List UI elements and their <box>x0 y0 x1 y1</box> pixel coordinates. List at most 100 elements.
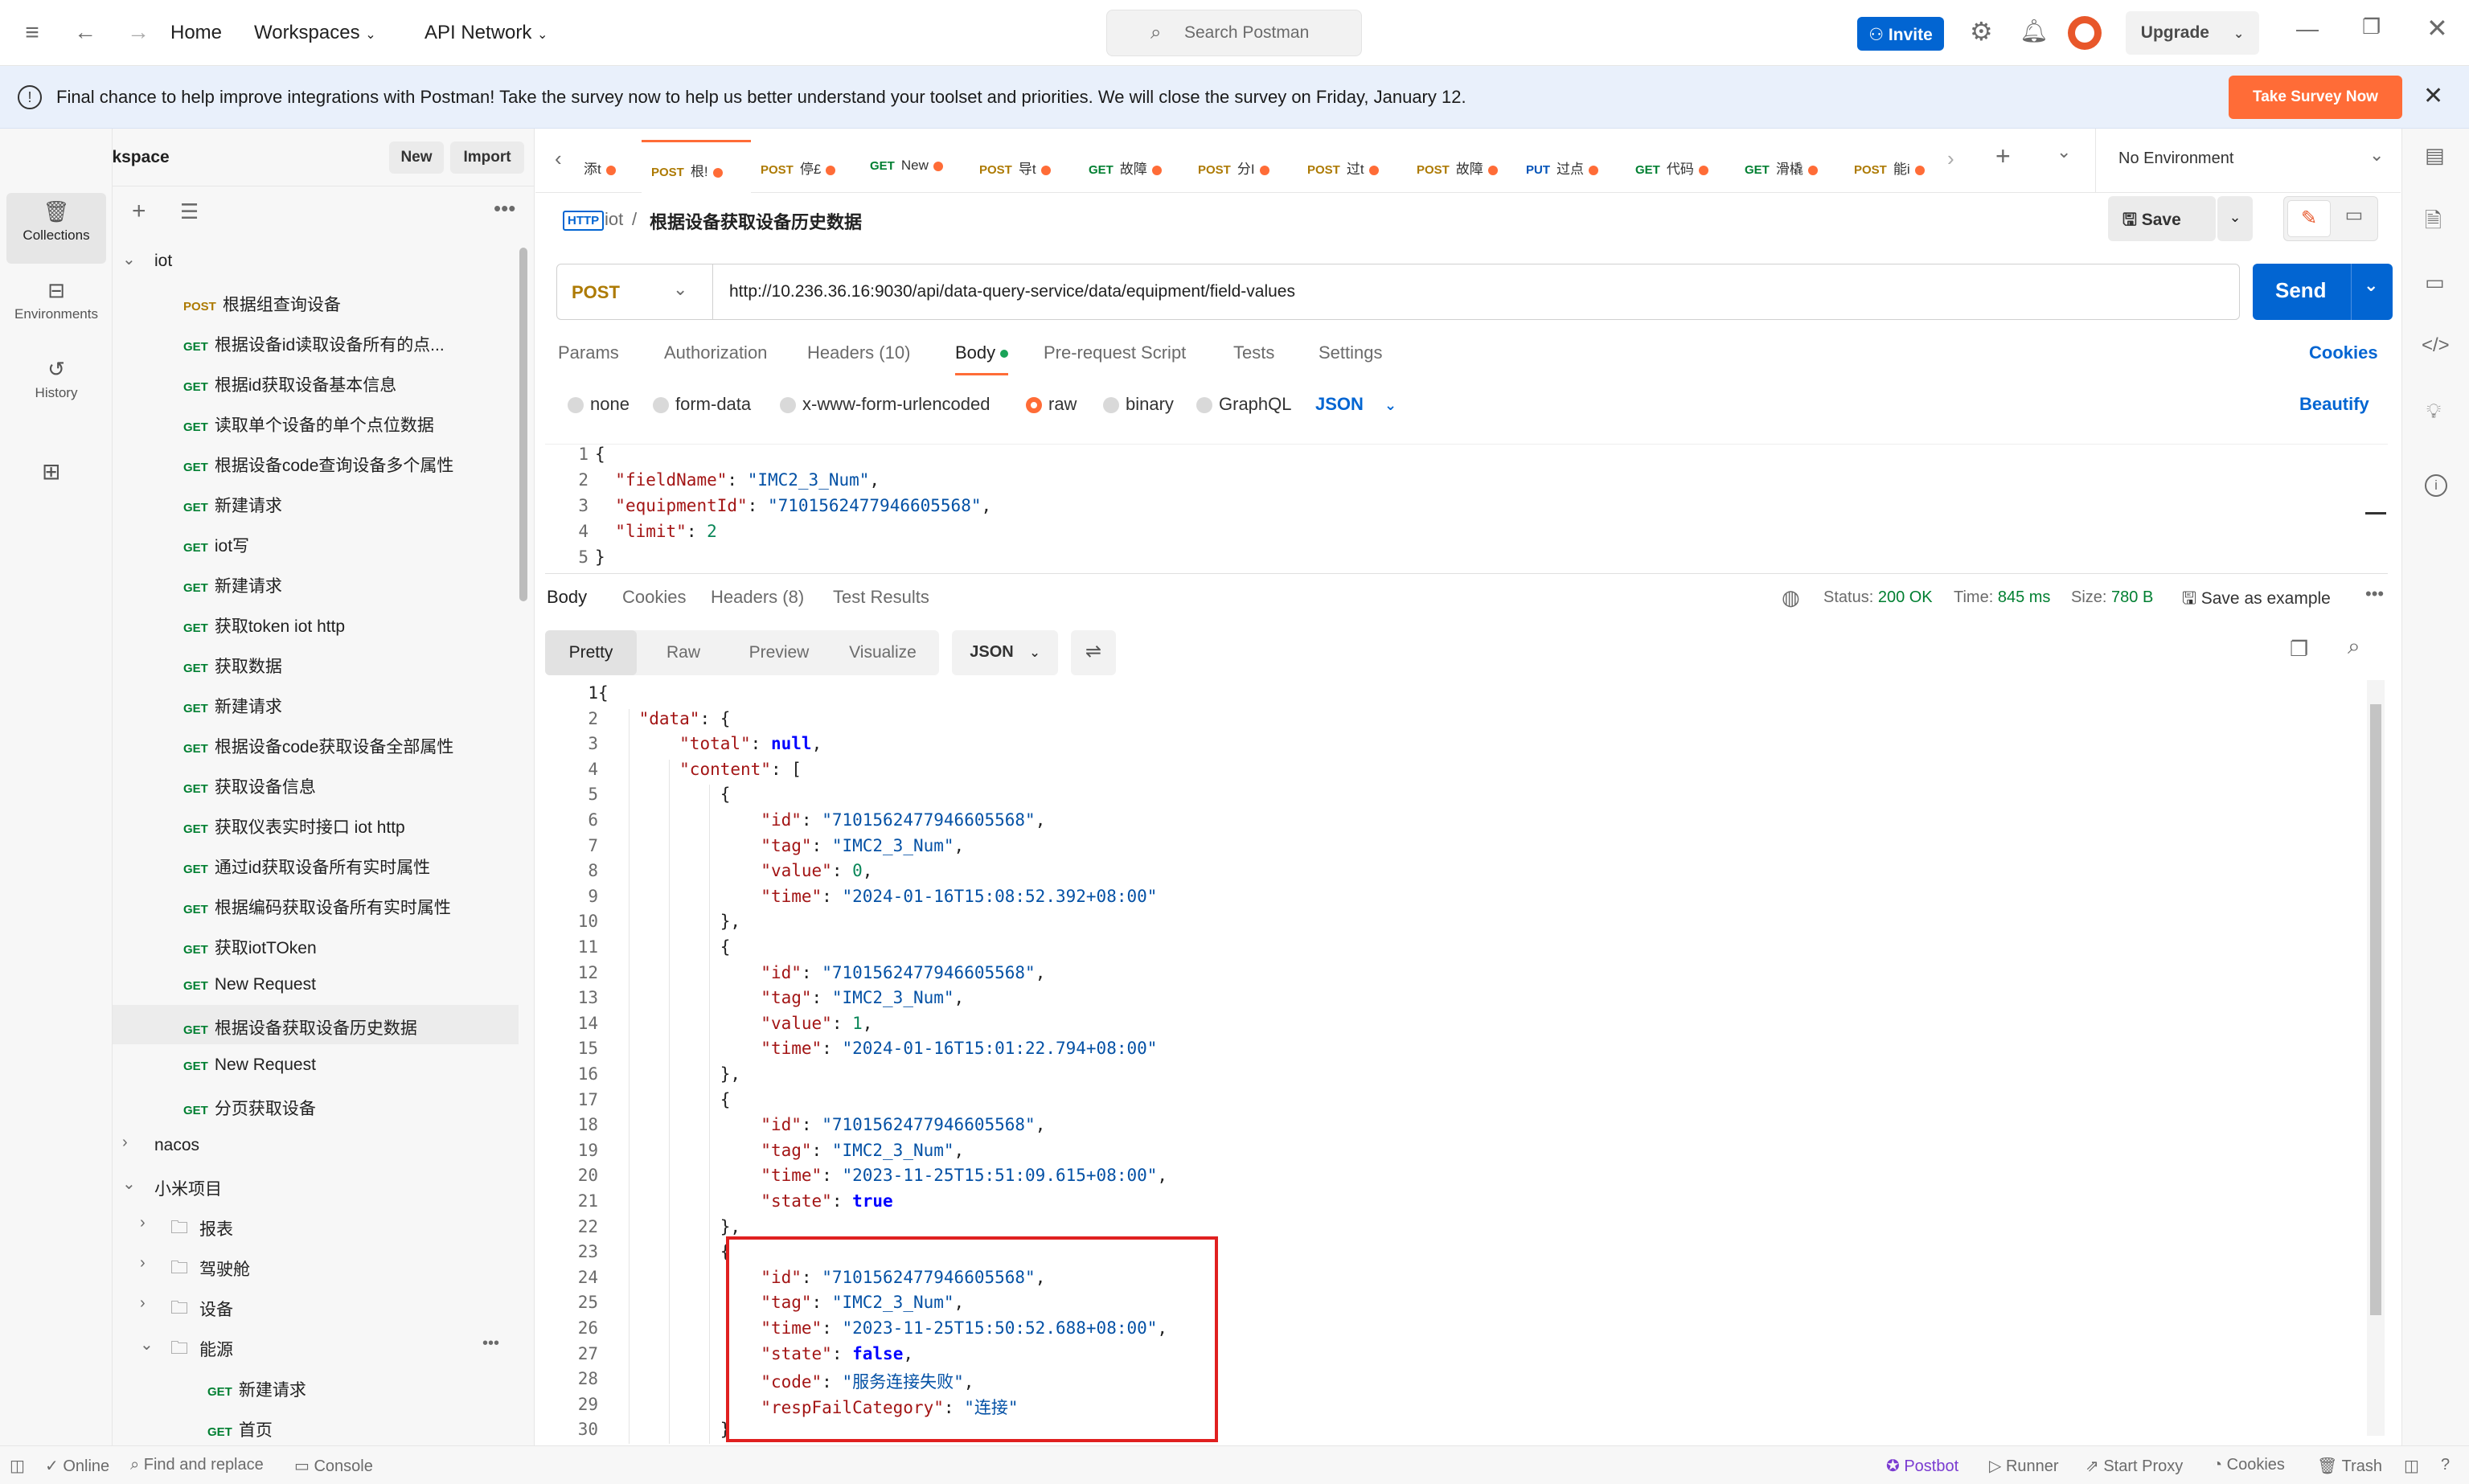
more-icon[interactable]: ••• <box>482 1334 499 1353</box>
tab-request[interactable]: GET 故障 <box>1079 140 1188 193</box>
request-item[interactable]: GET 根据编码获取设备所有实时属性 <box>113 884 519 924</box>
plus-icon[interactable]: + <box>132 198 146 225</box>
request-item[interactable]: GET 读取单个设备的单个点位数据 <box>113 402 519 441</box>
rail-collections[interactable]: 🗑︎ Collections <box>6 193 106 264</box>
save-options-button[interactable]: ⌄ <box>2217 196 2253 241</box>
comments-icon[interactable]: ▭ <box>2425 270 2445 295</box>
chevron-down-icon[interactable]: ⌄ <box>2057 141 2071 162</box>
tab-request[interactable]: POST 分I <box>1188 140 1298 193</box>
comment-icon[interactable]: ▭ <box>2334 203 2374 227</box>
restore-icon[interactable]: ❐ <box>2362 14 2381 39</box>
info-icon[interactable]: i <box>2425 474 2447 497</box>
environment-select[interactable]: No Environment ⌄ <box>2095 129 2401 193</box>
rail-history[interactable]: ↺ History <box>0 357 113 421</box>
take-survey-button[interactable]: Take Survey Now <box>2229 76 2402 119</box>
folder-item[interactable]: › 🗀︎ 报表 <box>113 1206 519 1245</box>
cookies-link[interactable]: Cookies <box>2309 342 2378 363</box>
bell-icon[interactable]: 🔔︎ <box>2020 18 2049 44</box>
request-body-editor[interactable]: 1 {2 "fieldName": "IMC2_3_Num", 3 "equipme… <box>545 444 2388 574</box>
folder-item[interactable]: › nacos <box>113 1125 519 1165</box>
response-tab[interactable]: Body <box>547 587 587 608</box>
trash-button[interactable]: 🗑︎ Trash <box>2317 1456 2382 1476</box>
body-type-radio[interactable]: form-data <box>653 394 751 415</box>
body-format-select[interactable]: JSON ⌄ <box>1315 394 1397 415</box>
tab-request[interactable]: GET 代码 <box>1626 140 1735 193</box>
request-item[interactable]: GET 根据设备id读取设备所有的点... <box>113 322 519 361</box>
request-item[interactable]: GET 新建请求 <box>113 482 519 522</box>
lightbulb-icon[interactable]: 💡︎ <box>2426 399 2441 424</box>
console-button[interactable]: ▭ Console <box>294 1456 373 1476</box>
save-example-button[interactable]: 🖫︎ Save as example <box>2182 587 2331 615</box>
send-button[interactable]: Send ⌄ <box>2253 264 2393 320</box>
layout-icon[interactable]: ◫ <box>10 1456 25 1476</box>
menu-icon[interactable]: ≡ <box>18 19 47 47</box>
body-type-radio[interactable]: binary <box>1103 394 1174 415</box>
close-icon[interactable]: ✕ <box>2423 82 2443 110</box>
request-item[interactable]: GET New Request <box>113 965 519 1004</box>
tab-request[interactable]: GET 滑橇 <box>1735 140 1844 193</box>
cookies-button[interactable]: ◔ Cookies <box>2213 1456 2285 1474</box>
minimize-icon[interactable]: — <box>2296 16 2319 42</box>
request-tab[interactable]: Settings <box>1319 342 1383 363</box>
response-scroll-thumb[interactable] <box>2370 704 2381 1315</box>
search-box[interactable]: ⌕ Search Postman <box>1106 10 1362 56</box>
upgrade-button[interactable]: Upgrade ⌄ <box>2126 11 2259 55</box>
gear-icon[interactable]: ⚙ <box>1970 16 1993 47</box>
avatar[interactable] <box>2068 16 2102 50</box>
request-item[interactable]: GET 新建请求 <box>113 683 519 723</box>
online-status[interactable]: ✓ Online <box>45 1456 109 1476</box>
more-icon[interactable]: ••• <box>494 196 515 221</box>
request-item[interactable]: POST 根据组查询设备 <box>113 281 519 321</box>
tab-request[interactable]: PUT 过点 <box>1516 140 1626 193</box>
help-icon[interactable]: ? <box>2441 1456 2450 1474</box>
breadcrumb-parent[interactable]: iot <box>605 209 623 230</box>
copy-icon[interactable]: ❐ <box>2290 637 2308 662</box>
filter-icon[interactable]: ☰ <box>180 199 199 224</box>
view-mode-button[interactable]: Raw <box>645 630 722 675</box>
chevron-left-icon[interactable]: ‹ <box>555 146 562 171</box>
request-item[interactable]: GET 首页 <box>113 1407 519 1445</box>
folder-item[interactable]: ⌄ 🗀︎ 能源 ••• <box>113 1326 519 1366</box>
request-item[interactable]: GET 根据id获取设备基本信息 <box>113 362 519 401</box>
request-item[interactable]: GET 获取设备信息 <box>113 764 519 803</box>
chevron-right-icon[interactable]: › <box>140 1214 146 1232</box>
tab-request[interactable]: POST 导t <box>970 140 1079 193</box>
view-mode-button[interactable]: Pretty <box>545 630 637 675</box>
request-item[interactable]: GET 获取token iot http <box>113 603 519 642</box>
sidebar-search[interactable] <box>209 198 482 227</box>
workspaces-menu[interactable]: Workspaces ⌄ <box>254 22 376 44</box>
documentation-icon[interactable]: 🗎︎ <box>2425 206 2442 241</box>
chevron-down-icon[interactable]: ⌄ <box>140 1334 154 1355</box>
chevron-right-icon[interactable]: › <box>140 1254 146 1273</box>
tab-request[interactable]: POST 根! <box>642 140 751 193</box>
chevron-right-icon[interactable]: › <box>1947 146 1954 171</box>
body-type-radio[interactable]: raw <box>1026 394 1077 415</box>
save-button[interactable]: 🖫︎ Save <box>2108 196 2216 241</box>
folder-item[interactable]: ⌄ 小米项目 <box>113 1166 519 1205</box>
chevron-down-icon[interactable]: ⌄ <box>122 1174 136 1194</box>
back-arrow-icon[interactable]: ← <box>74 19 96 45</box>
body-type-radio[interactable]: none <box>568 394 630 415</box>
invite-button[interactable]: ⚇ Invite <box>1857 17 1944 51</box>
request-item[interactable]: GET 根据设备code获取设备全部属性 <box>113 724 519 763</box>
request-tab[interactable]: Authorization <box>664 342 767 363</box>
forward-arrow-icon[interactable]: → <box>127 19 150 45</box>
new-button[interactable]: New <box>389 141 444 174</box>
body-type-radio[interactable]: GraphQL <box>1196 394 1292 415</box>
method-select[interactable]: POST ⌄ <box>557 264 713 319</box>
wrap-lines-button[interactable]: ⇌ <box>1071 630 1116 675</box>
body-type-radio[interactable]: x-www-form-urlencoded <box>780 394 990 415</box>
runner-button[interactable]: ▷ Runner <box>1989 1456 2059 1476</box>
response-tab[interactable]: Test Results <box>833 587 929 608</box>
postbot-button[interactable]: ✪ Postbot <box>1886 1456 1958 1476</box>
globe-icon[interactable]: ◍ <box>1782 585 1800 610</box>
request-item[interactable]: GET 获取仪表实时接口 iot http <box>113 804 519 843</box>
api-network-menu[interactable]: API Network ⌄ <box>424 22 548 44</box>
request-tab[interactable]: Pre-request Script <box>1044 342 1186 363</box>
request-item[interactable]: GET 通过id获取设备所有实时属性 <box>113 844 519 883</box>
apps-icon[interactable]: ⊞ <box>42 458 60 485</box>
find-replace-button[interactable]: ⌕ Find and replace <box>130 1456 264 1474</box>
request-item[interactable]: GET New Request <box>113 1045 519 1084</box>
folder-item[interactable]: ⌄ iot <box>113 241 519 281</box>
env-quicklook-icon[interactable]: ▤ <box>2425 143 2445 168</box>
